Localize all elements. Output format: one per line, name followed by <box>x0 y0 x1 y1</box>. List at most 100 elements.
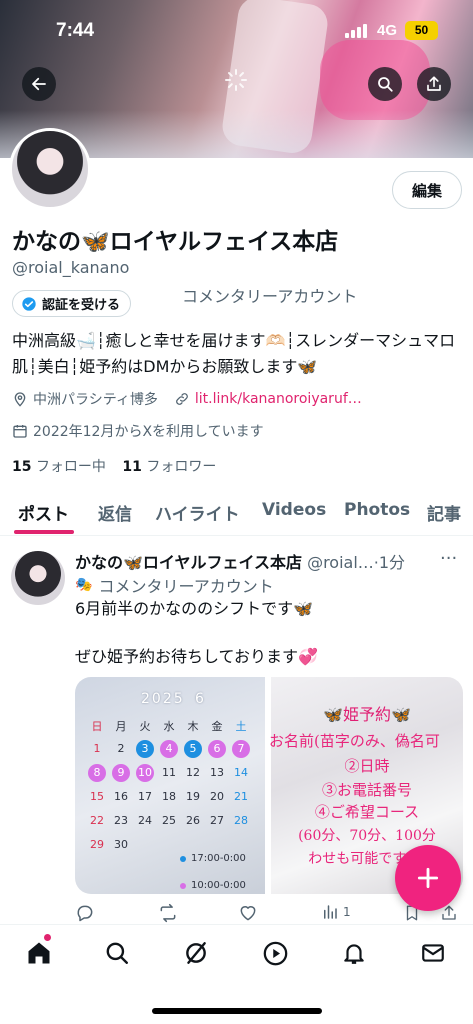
tab-articles[interactable]: 記事 <box>427 500 461 525</box>
compose-post-button[interactable] <box>395 845 461 911</box>
profile-link[interactable]: lit.link/kananoroiyaruf… <box>195 391 362 407</box>
active-tab-indicator <box>14 530 74 534</box>
calendar-day-marker: 9 <box>112 764 130 782</box>
views-icon <box>324 905 337 919</box>
status-time: 7:44 <box>56 20 95 41</box>
followers-label: フォロワー <box>146 459 217 475</box>
profile-joined-row: 2022年12月からXを利用しています <box>12 421 264 441</box>
profile-avatar[interactable] <box>9 128 91 210</box>
reserve-line: ④ご希望コース <box>314 803 420 821</box>
reserve-line: 🦋姫予約🦋 <box>323 705 411 724</box>
views-button[interactable]: 1 <box>321 903 351 921</box>
commentary-mask-icon: 🎭 <box>75 577 93 593</box>
nav-grok[interactable] <box>180 937 212 969</box>
legend-label: 10:00-0:00 <box>191 880 246 891</box>
profile-joined: 2022年12月からXを利用しています <box>33 424 264 440</box>
search-icon <box>106 942 128 964</box>
calendar-day-marker: 7 <box>232 740 250 758</box>
legend-item: 17:00-0:00 <box>180 853 246 864</box>
calendar-day-marker: 3 <box>136 740 154 758</box>
calendar-weekday: 火 <box>139 720 151 733</box>
calendar-day: 4 <box>157 739 181 759</box>
calendar-weekday: 日 <box>91 720 103 733</box>
nav-search[interactable] <box>101 937 133 969</box>
heart-icon <box>240 906 256 921</box>
post-text-line: 6月前半のかなののシフトです🦋 <box>75 599 314 618</box>
location-pin-icon <box>14 392 26 407</box>
calendar-day: 28 <box>234 814 248 827</box>
followers-link[interactable]: 11 フォロワー <box>122 459 216 475</box>
back-button[interactable] <box>22 67 56 101</box>
calendar-day: 16 <box>114 790 128 803</box>
nav-videos[interactable] <box>259 937 291 969</box>
bell-icon <box>344 944 364 964</box>
tab-highlights[interactable]: ハイライト <box>155 500 240 525</box>
calendar-day: 7 <box>229 739 253 759</box>
following-count: 15 <box>12 459 32 475</box>
tab-videos[interactable]: Videos <box>262 500 326 520</box>
legend-label: 17:00-0:00 <box>191 853 246 864</box>
reserve-line: ②日時 <box>344 757 390 775</box>
like-button[interactable] <box>238 903 262 923</box>
calendar-day: 25 <box>162 814 176 827</box>
repost-button[interactable] <box>157 903 183 923</box>
post-meta: @roial…·1分 <box>307 553 406 572</box>
calendar-day: 11 <box>162 766 176 779</box>
following-link[interactable]: 15 フォロー中 <box>12 459 106 475</box>
nav-messages[interactable] <box>417 937 449 969</box>
share-icon <box>427 76 441 91</box>
more-options-icon[interactable]: ··· <box>440 548 457 569</box>
calendar-day: 19 <box>186 790 200 803</box>
calendar-day: 6 <box>205 739 229 759</box>
calendar-day: 9 <box>109 763 133 783</box>
post-header: かなの🦋ロイヤルフェイス本店 @roial…·1分 <box>75 549 465 573</box>
profile-bio: 中洲高級🛁┆癒しと幸せを届けます🫶🏻┆スレンダーマシュマロ肌┆美白┆姫予約はDM… <box>12 331 456 376</box>
calendar-image[interactable]: 2025 6 日月火水木金土 1 2 3 4 5 6 7 8 9 10 11 12 13 14 15 16 17 1… <box>75 677 265 894</box>
calendar-day: 29 <box>90 838 104 851</box>
calendar-day-marker: 5 <box>184 740 202 758</box>
calendar-day: 5 <box>181 739 205 759</box>
reply-button[interactable] <box>75 903 99 923</box>
calendar-day: 14 <box>234 766 248 779</box>
post-actions: 1 <box>75 903 463 923</box>
calendar-day: 15 <box>90 790 104 803</box>
arrow-left-icon <box>32 77 46 91</box>
share-button[interactable] <box>417 67 451 101</box>
verified-badge-icon <box>22 296 36 311</box>
calendar-day: 12 <box>186 766 200 779</box>
network-type: 4G <box>377 22 398 39</box>
profile-handle: @roial_kanano <box>12 258 130 277</box>
tab-photos[interactable]: Photos <box>344 500 410 520</box>
calendar-day: 24 <box>138 814 152 827</box>
calendar-day: 8 <box>85 763 109 783</box>
commentary-text: コメンタリーアカウント <box>182 287 358 306</box>
calendar-day-marker: 8 <box>88 764 106 782</box>
tab-replies[interactable]: 返信 <box>98 500 132 525</box>
mail-icon <box>422 944 444 962</box>
calendar-day: 27 <box>210 814 224 827</box>
calendar-weekday: 月 <box>115 720 127 733</box>
search-button[interactable] <box>368 67 402 101</box>
nav-notifications[interactable] <box>338 937 370 969</box>
calendar-day: 23 <box>114 814 128 827</box>
calendar-day: 2 <box>117 742 125 755</box>
calendar-day-marker: 6 <box>208 740 226 758</box>
profile-location: 中洲パラシティ博多 <box>33 392 158 408</box>
home-indicator <box>152 1008 322 1014</box>
reserve-line: ③お電話番号 <box>321 781 412 799</box>
search-icon <box>378 77 393 92</box>
profile-tabs: ポスト 返信 ハイライト Videos Photos 記事 <box>0 488 473 536</box>
post-author[interactable]: かなの🦋ロイヤルフェイス本店 <box>75 553 302 572</box>
nav-home[interactable] <box>23 937 55 969</box>
status-bar: 7:44 4G 50 <box>0 0 473 60</box>
tab-posts[interactable]: ポスト <box>18 500 69 525</box>
get-verified-button[interactable]: 認証を受ける <box>12 290 132 317</box>
post-avatar[interactable] <box>11 551 65 605</box>
calendar-weekday: 土 <box>235 720 247 733</box>
calendar-weekday: 水 <box>163 720 175 733</box>
profile-meta-row: 中洲パラシティ博多 lit.link/kananoroiyaruf… <box>12 389 362 409</box>
calendar-weekday: 木 <box>187 720 199 733</box>
calendar-day: 26 <box>186 814 200 827</box>
post-commentary-label: 🎭 コメンタリーアカウント <box>75 573 274 597</box>
edit-profile-button[interactable]: 編集 <box>392 171 462 209</box>
